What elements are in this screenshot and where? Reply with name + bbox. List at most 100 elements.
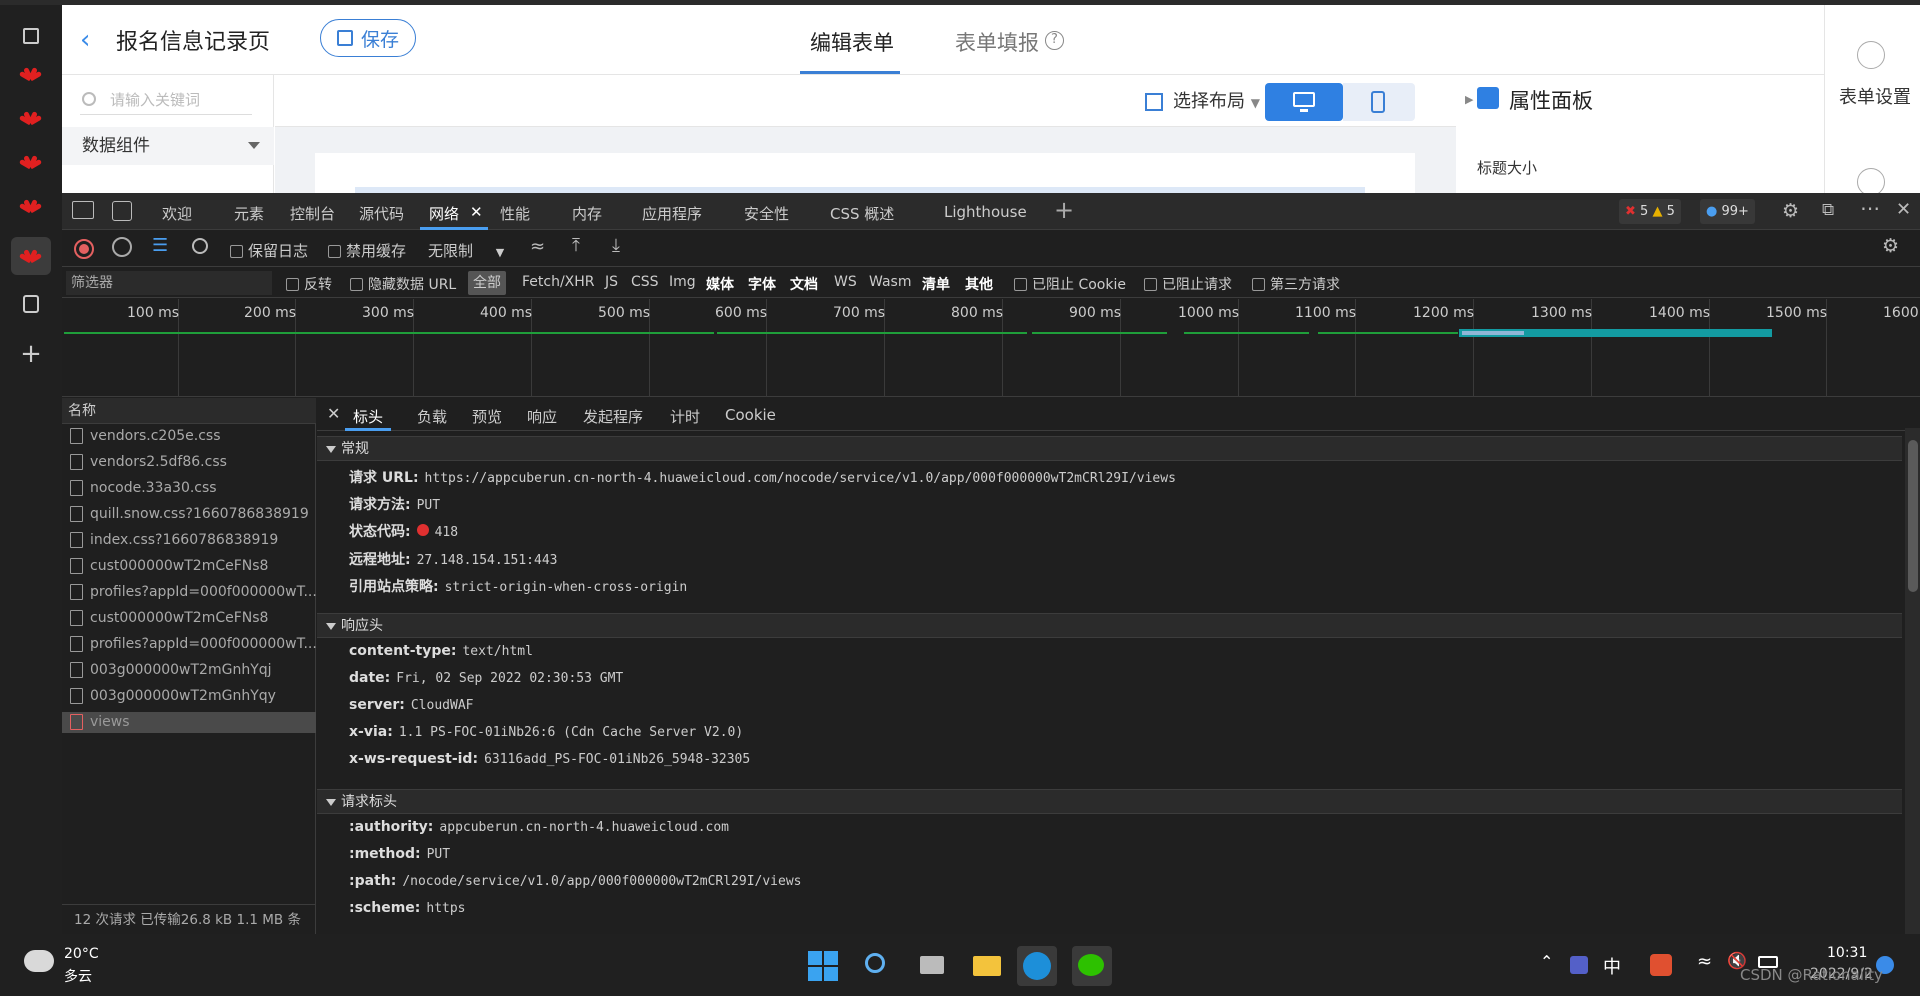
import-har-icon[interactable]: ⤒ (572, 235, 580, 256)
task-view-icon[interactable] (912, 946, 952, 986)
device-toolbar-icon[interactable] (112, 201, 132, 221)
tab-lighthouse[interactable]: Lighthouse (944, 203, 1027, 221)
tab-sources[interactable]: 源代码 (359, 203, 404, 224)
messages-badge[interactable]: ● 99+ (1700, 199, 1755, 224)
details-scrollbar[interactable] (1905, 428, 1920, 934)
blocked-cookies-checkbox[interactable]: 已阻止 Cookie (1014, 274, 1126, 294)
huawei-tab-icon[interactable] (11, 55, 51, 93)
tab-network[interactable]: 网络 (429, 203, 459, 224)
throttle-select[interactable]: 无限制 ▼ (428, 240, 504, 261)
clear-icon[interactable] (112, 237, 132, 257)
edge-browser-icon[interactable] (1017, 946, 1057, 986)
tab-console[interactable]: 控制台 (290, 203, 335, 224)
expand-arrow-icon[interactable]: ▶ (1465, 93, 1473, 106)
close-tab-icon[interactable]: ✕ (470, 203, 483, 221)
network-conditions-icon[interactable]: ≈ (530, 236, 545, 257)
tab-edit-form[interactable]: 编辑表单 (810, 27, 894, 57)
request-row[interactable]: 003g000000wT2mGnhYqy (62, 686, 316, 707)
back-icon[interactable]: ‹ (80, 25, 90, 55)
huawei-tab-icon[interactable] (11, 99, 51, 137)
request-row[interactable]: vendors.c205e.css (62, 426, 316, 447)
start-icon[interactable] (808, 951, 838, 981)
tab-payload[interactable]: 负载 (417, 406, 447, 427)
scrollbar-thumb[interactable] (1908, 440, 1918, 592)
more-tabs-icon[interactable]: + (1054, 196, 1074, 224)
filter-doc[interactable]: 文档 (790, 274, 818, 294)
issues-badge[interactable]: ✖ 5 ▲ 5 (1619, 199, 1681, 224)
request-row[interactable]: nocode.33a30.css (62, 478, 316, 499)
desktop-view-button[interactable] (1265, 83, 1343, 121)
tab-preview[interactable]: 预览 (472, 406, 502, 427)
tab-initiator[interactable]: 发起程序 (583, 406, 643, 427)
close-devtools-icon[interactable]: ✕ (1896, 199, 1911, 220)
wifi-icon[interactable]: ≈ (1697, 951, 1712, 972)
search-icon[interactable] (857, 946, 897, 986)
third-party-checkbox[interactable]: 第三方请求 (1252, 274, 1340, 294)
sogou-icon[interactable] (1650, 954, 1672, 976)
component-search-input[interactable]: 请输入关键词 (80, 85, 252, 115)
wechat-icon[interactable] (1072, 946, 1112, 986)
weather-condition[interactable]: 多云 (64, 966, 92, 986)
show-hidden-icons-icon[interactable]: ⌃ (1540, 952, 1553, 971)
close-details-icon[interactable]: ✕ (327, 404, 340, 423)
huawei-tab-active-icon[interactable] (11, 237, 51, 275)
tab-actions-icon[interactable] (11, 17, 51, 55)
filter-other[interactable]: 其他 (965, 274, 993, 294)
tab-response[interactable]: 响应 (527, 406, 557, 427)
invert-checkbox[interactable]: 反转 (286, 274, 332, 294)
save-button[interactable]: 保存 (320, 19, 416, 57)
filter-js[interactable]: JS (605, 274, 618, 290)
response-headers-section-header[interactable]: 响应头 (317, 613, 1902, 638)
blocked-requests-checkbox[interactable]: 已阻止请求 (1144, 274, 1232, 294)
export-har-icon[interactable]: ⤓ (612, 235, 620, 256)
tab-performance[interactable]: 性能 (500, 203, 530, 224)
filter-ws[interactable]: WS (834, 274, 857, 290)
preserve-log-checkbox[interactable]: 保留日志 (230, 240, 308, 261)
filter-img[interactable]: Img (669, 274, 696, 290)
new-tab-icon[interactable]: + (11, 335, 51, 373)
request-headers-section-header[interactable]: 请求标头 (317, 789, 1902, 814)
general-section-header[interactable]: 常规 (317, 436, 1902, 461)
help-icon[interactable]: ? (1045, 31, 1064, 50)
weather-temp[interactable]: 20°C (64, 946, 99, 962)
form-settings-label[interactable]: 表单设置 (1839, 83, 1911, 109)
app-tray-icon[interactable] (1570, 956, 1588, 974)
weather-cloud-icon[interactable] (24, 950, 54, 972)
filter-icon[interactable]: ☰ (152, 235, 168, 256)
request-row[interactable]: index.css?1660786838919 (62, 530, 316, 551)
huawei-tab-icon[interactable] (11, 143, 51, 181)
disable-cache-checkbox[interactable]: 禁用缓存 (328, 240, 406, 261)
request-row[interactable]: vendors2.5df86.css (62, 452, 316, 473)
shield-icon[interactable] (1857, 168, 1885, 193)
filter-fetch-xhr[interactable]: Fetch/XHR (522, 274, 595, 290)
tab-security[interactable]: 安全性 (744, 203, 789, 224)
dock-icon[interactable]: ⧉ (1822, 200, 1834, 220)
tab-settings-icon[interactable] (11, 285, 51, 323)
request-row[interactable]: 003g000000wT2mGnhYqj (62, 660, 316, 681)
request-row[interactable]: cust000000wT2mCeFNs8 (62, 608, 316, 629)
tab-timing[interactable]: 计时 (670, 406, 700, 427)
name-column-header[interactable]: 名称 (62, 398, 316, 424)
tab-headers[interactable]: 标头 (353, 406, 383, 427)
filter-all[interactable]: 全部 (468, 271, 506, 295)
tab-memory[interactable]: 内存 (572, 203, 602, 224)
tab-css-overview[interactable]: CSS 概述 (830, 203, 894, 224)
hide-data-url-checkbox[interactable]: 隐藏数据 URL (350, 274, 456, 294)
mobile-view-button[interactable] (1343, 83, 1415, 121)
request-row[interactable]: cust000000wT2mCeFNs8 (62, 556, 316, 577)
filter-css[interactable]: CSS (631, 274, 659, 290)
inspect-icon[interactable] (72, 201, 94, 219)
tab-cookies[interactable]: Cookie (725, 406, 776, 424)
filter-wasm[interactable]: Wasm (869, 274, 911, 290)
form-settings-icon[interactable] (1857, 41, 1885, 69)
tab-welcome[interactable]: 欢迎 (162, 203, 192, 224)
request-row[interactable]: profiles?appId=000f000000wT... (62, 582, 316, 603)
data-components-group[interactable]: 数据组件 (62, 127, 274, 165)
filter-manifest[interactable]: 清单 (922, 274, 950, 294)
tab-elements[interactable]: 元素 (234, 203, 264, 224)
ime-indicator[interactable]: 中 (1603, 953, 1621, 979)
more-options-icon[interactable]: ⋯ (1860, 196, 1880, 220)
layout-select[interactable]: 选择布局 ▼ (1145, 87, 1260, 113)
network-settings-icon[interactable]: ⚙ (1882, 235, 1899, 257)
file-explorer-icon[interactable] (967, 946, 1007, 986)
